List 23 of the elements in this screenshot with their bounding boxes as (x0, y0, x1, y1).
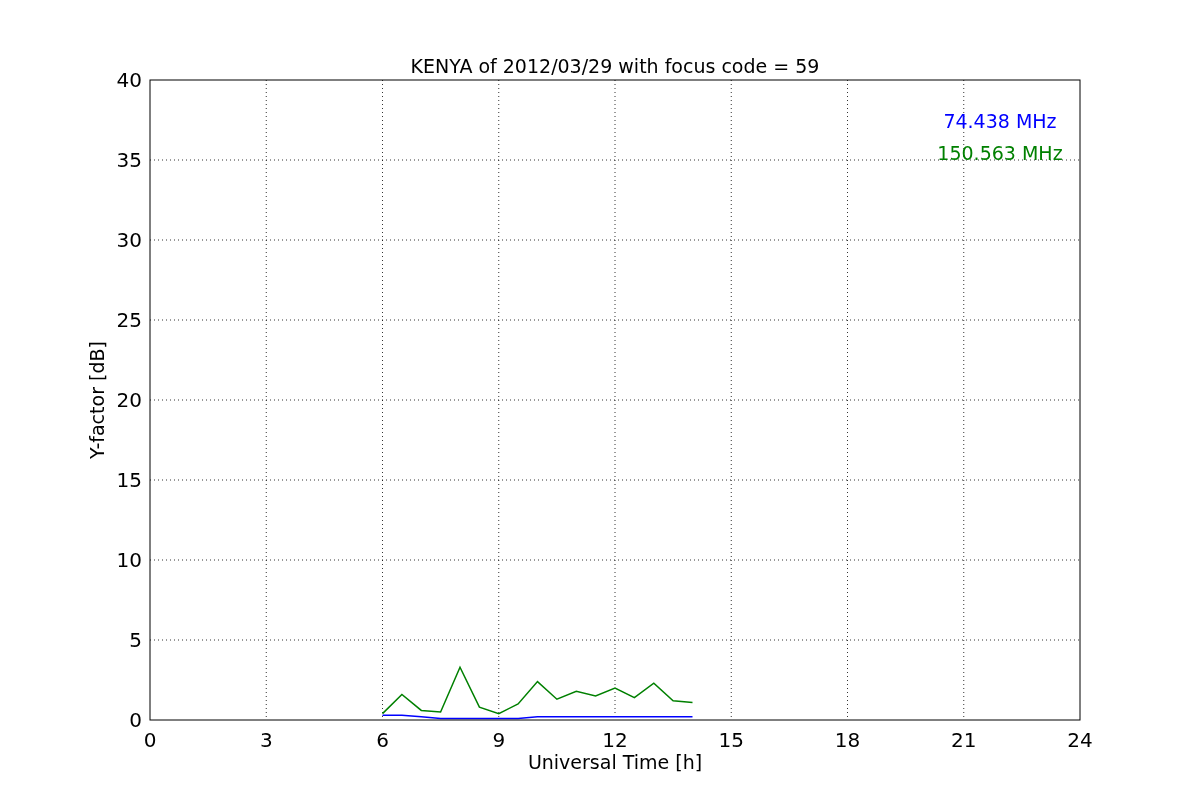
y-tick-label: 10 (116, 548, 142, 572)
y-tick-label: 15 (116, 468, 142, 492)
x-tick-label: 12 (602, 728, 628, 752)
x-tick-label: 6 (376, 728, 389, 752)
y-tick-label: 5 (129, 628, 142, 652)
x-tick-label: 24 (1067, 728, 1093, 752)
y-tick-label: 35 (116, 148, 142, 172)
y-tick-label: 25 (116, 308, 142, 332)
x-tick-label: 15 (718, 728, 744, 752)
y-tick-label: 30 (116, 228, 142, 252)
legend-label: 74.438 MHz (943, 110, 1057, 132)
y-tick-label: 40 (116, 68, 142, 92)
y-tick-label: 20 (116, 388, 142, 412)
x-tick-label: 0 (143, 728, 157, 752)
y-axis-label: Y-factor [dB] (86, 341, 108, 459)
x-tick-label: 18 (834, 728, 861, 752)
x-tick-label: 3 (259, 728, 273, 752)
y-tick-label: 0 (129, 708, 142, 732)
x-axis-label: Universal Time [h] (527, 751, 703, 773)
x-tick-label: 9 (492, 728, 506, 752)
legend-label: 150.563 MHz (937, 142, 1063, 164)
chart-title: KENYA of 2012/03/29 with focus code = 59 (410, 55, 820, 77)
x-tick-label: 21 (951, 728, 977, 752)
